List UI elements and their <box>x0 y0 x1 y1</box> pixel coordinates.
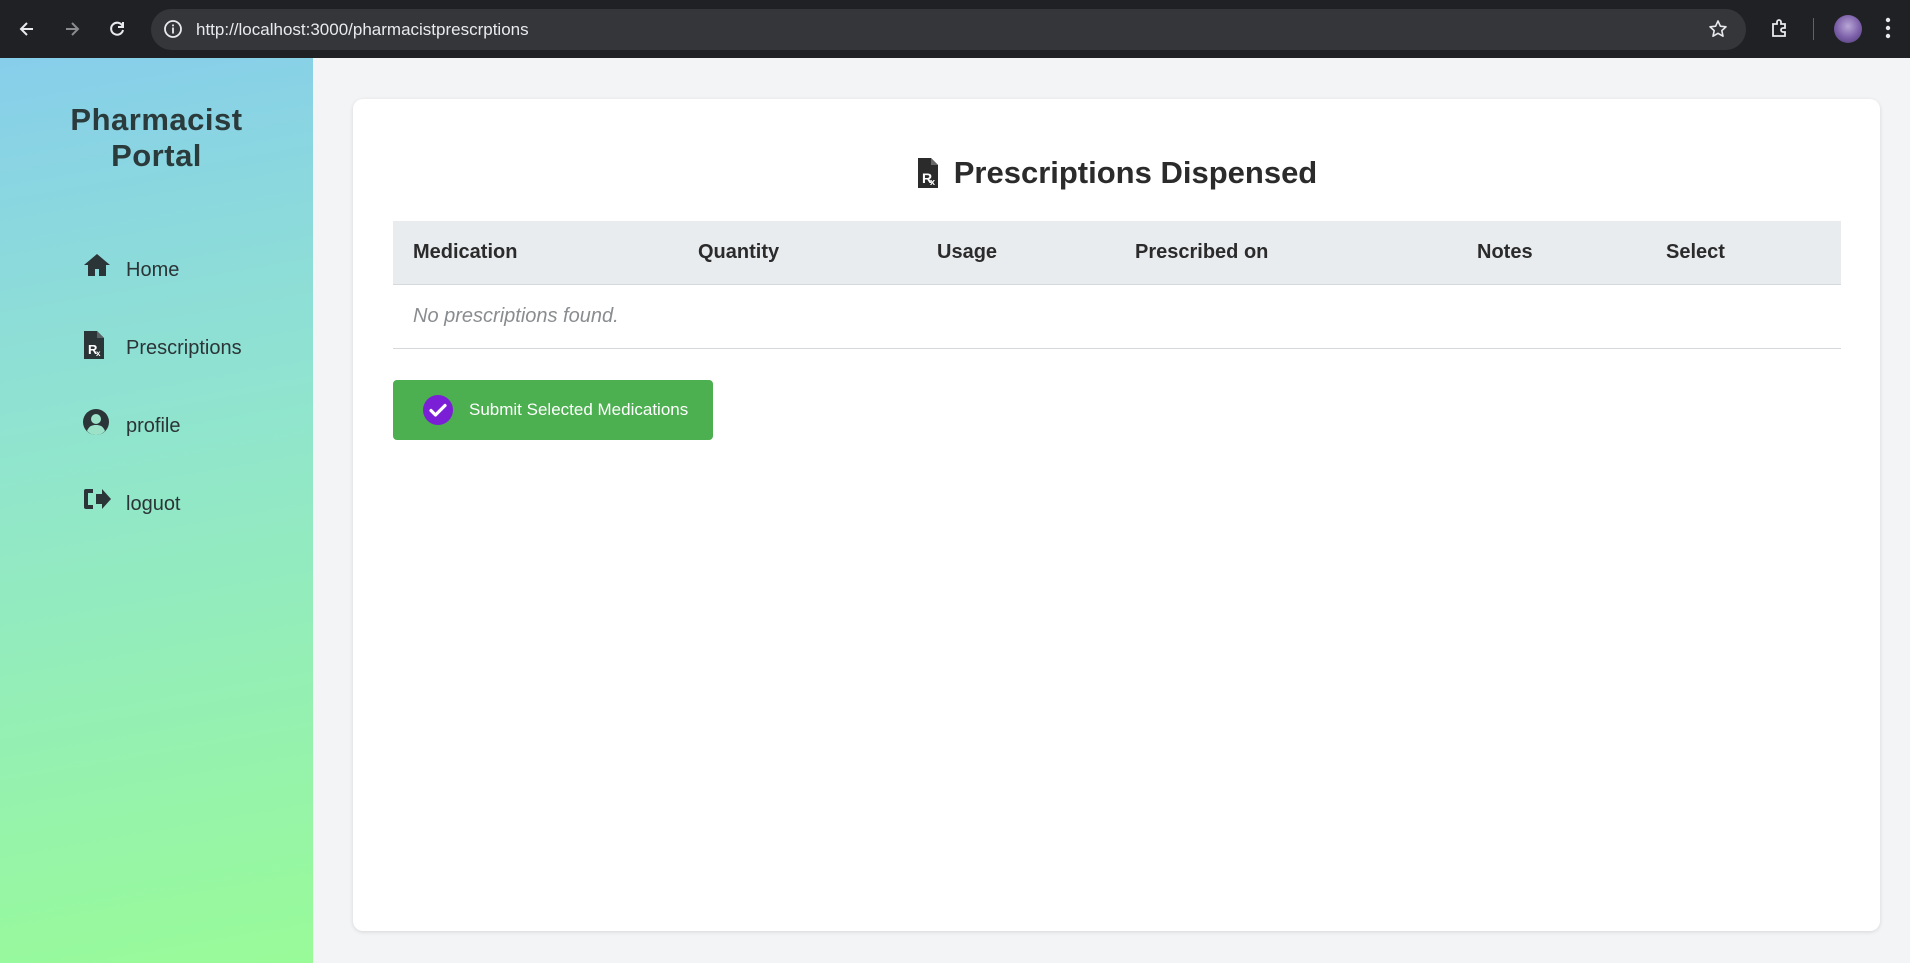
home-icon <box>82 252 112 284</box>
submit-selected-medications-button[interactable]: Submit Selected Medications <box>393 380 713 440</box>
browser-toolbar: http://localhost:3000/pharmacistprescrpt… <box>0 0 1910 58</box>
sidebar-item-prescriptions[interactable]: Rx Prescriptions <box>82 330 242 362</box>
page-title-text: Prescriptions Dispensed <box>953 155 1318 190</box>
check-circle-icon <box>423 395 453 425</box>
sidebar-item-home[interactable]: Home <box>82 252 179 284</box>
column-header-quantity: Quantity <box>678 221 917 285</box>
profile-avatar[interactable] <box>1834 15 1862 43</box>
forward-button[interactable] <box>59 16 85 42</box>
site-info-icon[interactable] <box>163 19 183 44</box>
toolbar-divider <box>1813 18 1814 40</box>
svg-text:x: x <box>96 349 101 358</box>
sidebar-item-profile[interactable]: profile <box>82 408 180 440</box>
sidebar: Pharmacist Portal Home Rx Prescriptions … <box>0 58 313 963</box>
sidebar-item-label: Home <box>126 259 180 281</box>
table-row: No prescriptions found. <box>393 284 1841 349</box>
bookmark-star-icon[interactable] <box>1708 19 1728 44</box>
portal-brand: Pharmacist Portal <box>70 102 243 173</box>
column-header-usage: Usage <box>917 221 1115 285</box>
extensions-icon[interactable] <box>1768 16 1792 45</box>
user-circle-icon <box>82 408 112 440</box>
prescription-file-icon: Rx <box>916 157 940 189</box>
prescription-file-icon: Rx <box>82 330 112 362</box>
back-button[interactable] <box>14 16 40 42</box>
arrow-left-icon <box>19 22 33 36</box>
sidebar-item-label: profile <box>126 415 181 437</box>
arrow-right-icon <box>66 22 80 36</box>
reload-icon <box>110 21 124 36</box>
column-header-select: Select <box>1646 221 1841 285</box>
page-title: Rx Prescriptions Dispensed <box>353 155 1880 191</box>
address-bar[interactable]: http://localhost:3000/pharmacistprescrpt… <box>151 9 1746 50</box>
sign-out-icon <box>82 486 112 518</box>
table-header-row: Medication Quantity Usage Prescribed on … <box>393 221 1841 285</box>
column-header-medication: Medication <box>393 221 678 285</box>
url-text[interactable]: http://localhost:3000/pharmacistprescrpt… <box>196 20 529 40</box>
sidebar-item-label: loguot <box>126 493 181 515</box>
column-header-notes: Notes <box>1457 221 1646 285</box>
column-header-prescribed-on: Prescribed on <box>1115 221 1457 285</box>
sidebar-item-label: Prescriptions <box>126 337 242 359</box>
kebab-menu-icon[interactable] <box>1885 17 1891 44</box>
prescriptions-card: Rx Prescriptions Dispensed Medication Qu… <box>353 99 1880 931</box>
svg-text:x: x <box>930 177 935 187</box>
prescriptions-table: Medication Quantity Usage Prescribed on … <box>393 221 1841 349</box>
sidebar-item-logout[interactable]: loguot <box>82 486 181 518</box>
reload-button[interactable] <box>104 16 130 42</box>
empty-table-message: No prescriptions found. <box>393 284 1841 349</box>
submit-button-label: Submit Selected Medications <box>469 400 689 419</box>
